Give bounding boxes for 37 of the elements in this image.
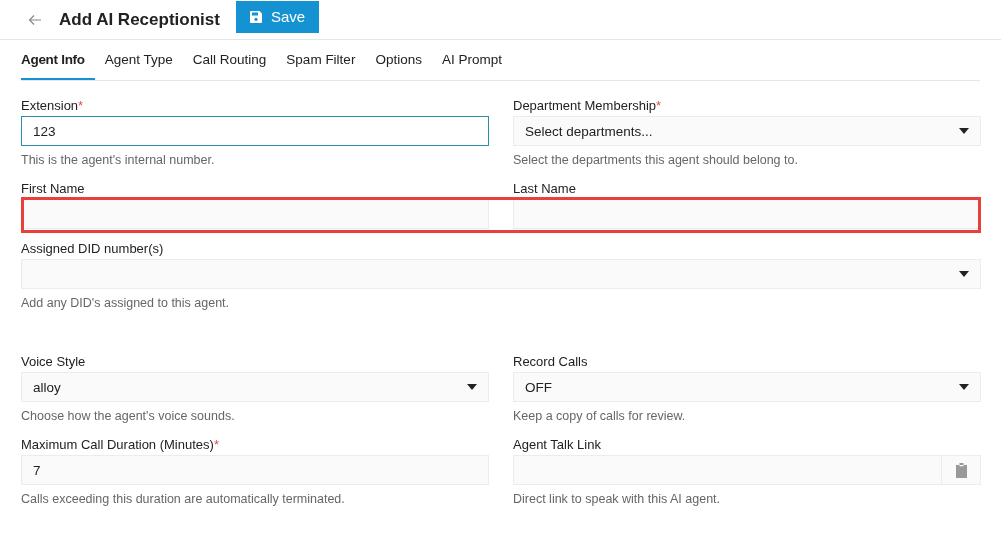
text-field[interactable]: 7 (21, 455, 489, 485)
dropdown[interactable]: alloy (21, 372, 489, 402)
text-field[interactable]: 123 (21, 116, 489, 146)
text-field[interactable] (21, 199, 489, 229)
tab[interactable]: Spam Filter (276, 40, 366, 80)
clipboard-icon (955, 462, 967, 478)
field-label: Agent Talk Link (513, 437, 602, 454)
help-text: Add any DID's assigned to this agent. (21, 296, 231, 312)
caret-icon (959, 384, 969, 390)
field-label: Department Membership* (513, 98, 663, 115)
tab[interactable]: Agent Type (94, 40, 183, 80)
caret-icon (959, 271, 969, 277)
help-text: Keep a copy of calls for review. (513, 409, 687, 425)
link-field[interactable] (513, 455, 981, 485)
tab[interactable]: Call Routing (182, 40, 277, 80)
help-text: This is the agent's internal number. (21, 153, 216, 169)
dropdown[interactable]: OFF (513, 372, 981, 402)
text-field[interactable] (513, 199, 981, 229)
field-label: Maximum Call Duration (Minutes)* (21, 437, 220, 454)
dropdown[interactable]: Select departments... (513, 116, 981, 146)
field-label: First Name (21, 181, 86, 198)
help-text: Select the departments this agent should belong to. (513, 153, 799, 169)
page-title: Add AI Receptionist (59, 9, 220, 30)
field-label: Record Calls (513, 354, 589, 371)
field-label: Extension* (21, 98, 85, 115)
tab[interactable]: Options (365, 40, 432, 80)
help-text: Direct link to speak with this AI agent. (513, 492, 722, 508)
help-text: Choose how the agent's voice sounds. (21, 409, 236, 425)
field-label: Assigned DID number(s) (21, 241, 165, 258)
tab[interactable]: Agent Info (21, 40, 95, 80)
field-label: Last Name (513, 181, 577, 198)
help-text: Calls exceeding this duration are automatically terminated. (21, 492, 346, 508)
caret-icon (959, 128, 969, 134)
field-label: Voice Style (21, 354, 87, 371)
caret-icon (467, 384, 477, 390)
back-icon[interactable] (28, 13, 42, 26)
tab[interactable]: AI Prompt (431, 40, 512, 80)
